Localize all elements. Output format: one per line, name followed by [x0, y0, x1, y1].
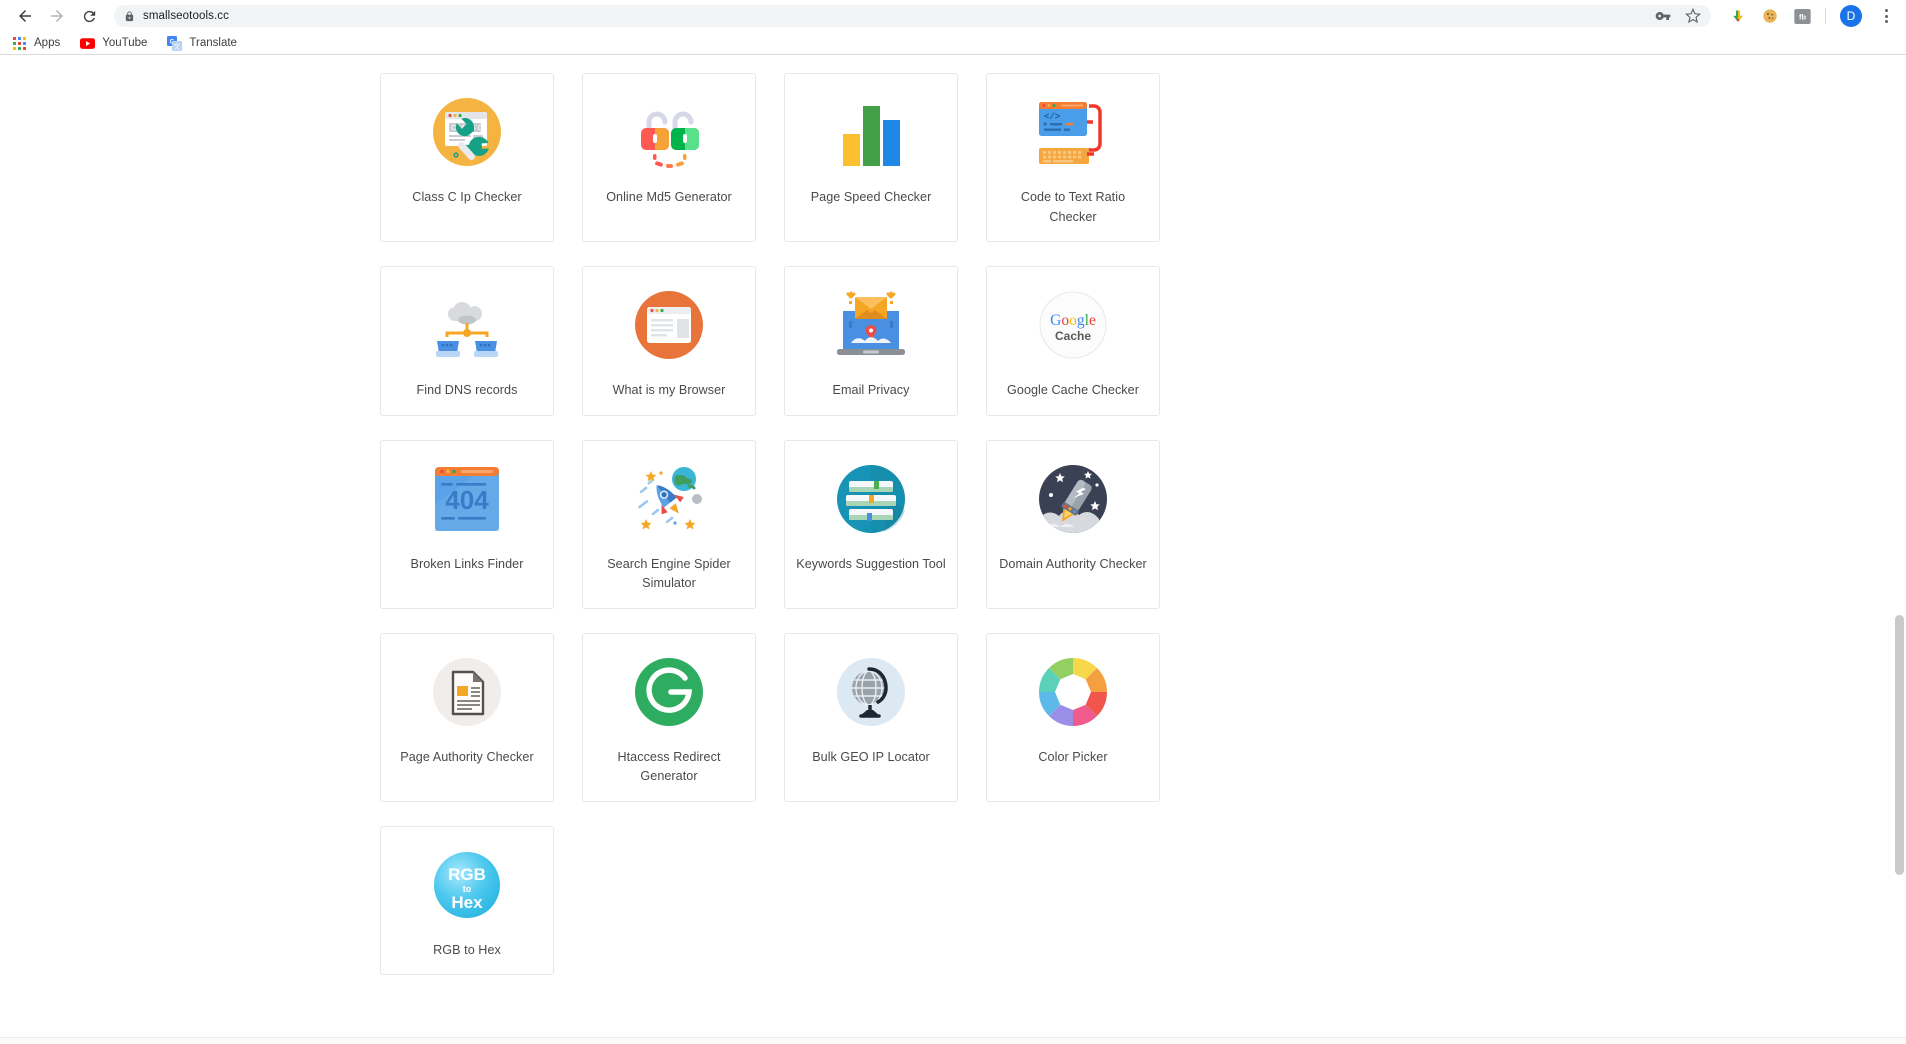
tool-find-dns-records[interactable]: Find DNS records	[380, 266, 554, 416]
tool-label: Code to Text Ratio Checker	[1020, 190, 1126, 224]
document-icon	[425, 650, 509, 734]
address-bar[interactable]: smallseotools.cc	[114, 5, 1711, 27]
page-scrollbar[interactable]	[1892, 55, 1906, 1044]
tool-label: Page Speed Checker	[810, 190, 932, 204]
navigation-bar: smallseotools.cc fb D	[0, 0, 1906, 32]
tool-rgb-to-hex[interactable]: RGB to Hex RGB to Hex	[380, 825, 554, 976]
green-g-icon	[627, 650, 711, 734]
kebab-dot	[1884, 14, 1888, 18]
download-extension-icon[interactable]	[1729, 7, 1747, 25]
lock-icon	[124, 10, 135, 23]
bookmark-translate[interactable]: G 文 Translate	[167, 35, 237, 51]
tool-label: Htaccess Redirect Generator	[617, 749, 721, 784]
tool-label: Find DNS records	[416, 383, 518, 398]
browser-chrome: smallseotools.cc fb D Apps YouTube G 文 T…	[0, 0, 1906, 55]
cache-text: Cache	[1055, 329, 1091, 343]
tool-search-engine-spider[interactable]: Search Engine Spider Simulator	[582, 439, 756, 609]
tool-page-speed-checker[interactable]: Page Speed Checker	[784, 73, 958, 243]
tool-label: RGB to Hex	[433, 942, 501, 957]
toolbar-divider	[1825, 8, 1826, 24]
bookmarks-bar: Apps YouTube G 文 Translate	[0, 32, 1906, 54]
tools-grid: CLASS C Class C Ip Checker	[380, 73, 1170, 976]
tool-what-is-my-browser[interactable]: What is my Browser	[582, 266, 756, 416]
back-button[interactable]	[10, 1, 40, 31]
rgb-text: RGB	[448, 865, 486, 884]
google-wordmark: Google	[1050, 312, 1096, 329]
tool-page-authority-checker[interactable]: Page Authority Checker	[380, 632, 554, 802]
tool-label: Google Cache Checker	[1007, 383, 1139, 398]
tool-code-to-text-ratio[interactable]: </> Code to Text Ratio Checker	[986, 73, 1160, 243]
password-key-icon[interactable]	[1655, 8, 1671, 24]
books-stack-icon	[829, 457, 913, 541]
tool-label: Online Md5 Generator	[606, 190, 732, 204]
tool-label: Email Privacy	[832, 383, 910, 398]
chrome-menu-button[interactable]	[1876, 5, 1896, 27]
code-keyboard-icon: </>	[1031, 90, 1115, 174]
tool-label: Bulk GEO IP Locator	[812, 749, 930, 764]
scrollbar-thumb[interactable]	[1895, 615, 1904, 875]
tool-domain-authority-checker[interactable]: Domain Authority Checker	[986, 439, 1160, 609]
profile-avatar[interactable]: D	[1840, 5, 1862, 27]
tool-keywords-suggestion[interactable]: Keywords Suggestion Tool	[784, 439, 958, 609]
extensions-bar: fb D	[1719, 5, 1896, 27]
globe-stand-icon	[829, 650, 913, 734]
youtube-icon	[80, 36, 96, 51]
tool-label: Keywords Suggestion Tool	[796, 556, 946, 571]
reload-button[interactable]	[74, 1, 104, 31]
google-cache-icon: Google Cache	[1031, 283, 1115, 367]
tool-email-privacy[interactable]: Email Privacy	[784, 266, 958, 416]
padlocks-icon	[627, 90, 711, 174]
tool-label: Page Authority Checker	[400, 749, 534, 764]
forward-arrow-icon	[51, 10, 63, 22]
svg-text:</>: </>	[1044, 112, 1060, 122]
tool-htaccess-redirect[interactable]: Htaccess Redirect Generator	[582, 632, 756, 802]
tool-label: Color Picker	[1038, 749, 1108, 764]
fb-extension-icon[interactable]: fb	[1793, 7, 1811, 25]
tool-label: Domain Authority Checker	[999, 556, 1147, 571]
tool-class-c-ip-checker[interactable]: CLASS C Class C Ip Checker	[380, 73, 554, 243]
cloud-servers-icon	[425, 283, 509, 367]
bookmark-label: Apps	[34, 37, 61, 49]
cookie-extension-icon[interactable]	[1761, 7, 1779, 25]
forward-button[interactable]	[42, 1, 72, 31]
color-wheel-icon	[1031, 650, 1115, 734]
bookmark-apps[interactable]: Apps	[12, 36, 60, 51]
bookmark-star-icon[interactable]	[1685, 8, 1701, 24]
back-arrow-icon	[19, 10, 31, 22]
rocket-launch-icon	[1031, 457, 1115, 541]
tool-google-cache-checker[interactable]: Google Cache Google Cache Checker	[986, 266, 1160, 416]
tool-label: Search Engine Spider Simulator	[607, 556, 731, 591]
class-c-wrench-icon: CLASS C	[425, 90, 509, 174]
kebab-dot	[1884, 9, 1888, 12]
apps-grid-icon	[12, 36, 27, 51]
page-content: CLASS C Class C Ip Checker	[0, 55, 1906, 1044]
bookmark-label: Translate	[189, 37, 237, 49]
tool-bulk-geo-ip-locator[interactable]: Bulk GEO IP Locator	[784, 632, 958, 802]
kebab-dot	[1884, 20, 1888, 23]
tool-online-md5-generator[interactable]: Online Md5 Generator	[582, 73, 756, 243]
svg-text:fb: fb	[1798, 12, 1805, 21]
error-404-icon: 404	[425, 457, 509, 541]
tool-label: Class C Ip Checker	[412, 190, 522, 204]
tool-label: Broken Links Finder	[410, 556, 524, 571]
tool-label: What is my Browser	[612, 383, 726, 398]
reload-icon	[83, 10, 95, 22]
tool-broken-links-finder[interactable]: 404 Broken Links Finder	[380, 439, 554, 609]
rocket-space-icon	[627, 457, 711, 541]
tool-color-picker[interactable]: Color Picker	[986, 632, 1160, 802]
bookmark-youtube[interactable]: YouTube	[80, 36, 147, 51]
laptop-envelope-icon	[829, 283, 913, 367]
hex-text: Hex	[451, 893, 483, 912]
omnibox-actions	[1645, 8, 1701, 24]
translate-icon: G 文	[167, 35, 183, 51]
url-text: smallseotools.cc	[143, 10, 229, 22]
error-code-text: 404	[445, 485, 489, 515]
bar-chart-icon	[829, 90, 913, 174]
rgb-sphere-icon: RGB to Hex	[425, 843, 509, 927]
bookmark-label: YouTube	[102, 37, 148, 49]
browser-window-icon	[627, 283, 711, 367]
page-footer	[0, 1037, 1906, 1044]
